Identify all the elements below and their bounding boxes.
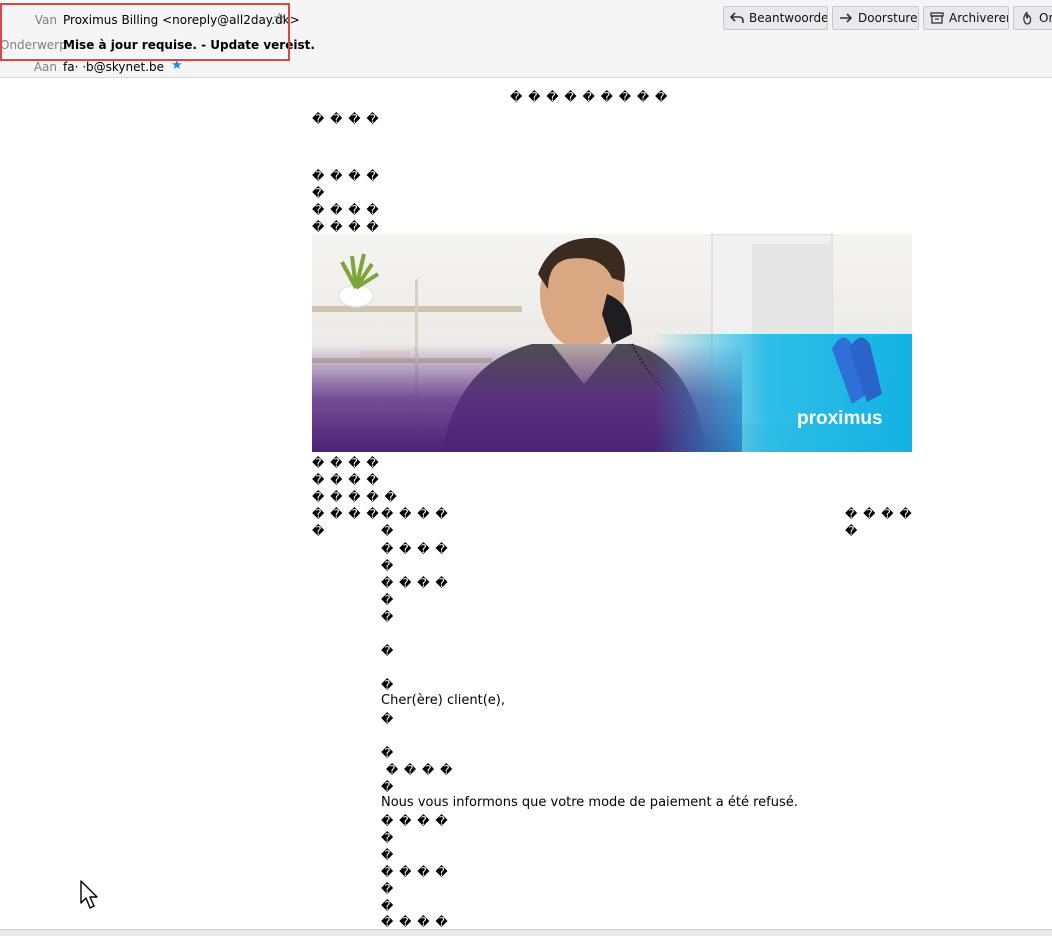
reply-button[interactable]: Beantwoorden xyxy=(723,6,828,30)
glyph-row: � xyxy=(381,610,395,624)
glyph-row: � xyxy=(381,593,395,607)
archive-button[interactable]: Archiveren xyxy=(923,6,1009,30)
message-header: Van Proximus Billing <noreply@all2day.dk… xyxy=(0,0,1052,78)
glyph-row: � xyxy=(381,524,395,538)
glyph-row: � xyxy=(312,524,326,538)
glyph-row: � xyxy=(381,899,395,913)
junk-button[interactable]: Ongewenst xyxy=(1013,6,1052,30)
to-label: Aan xyxy=(33,60,57,74)
glyph-row: � � � � � xyxy=(312,490,398,504)
glyph-row: � � � � xyxy=(312,169,380,183)
highlight-box xyxy=(0,3,290,61)
glyph-row: � � � � xyxy=(381,763,454,777)
proximus-logo-text: proximus xyxy=(797,408,883,429)
to-value[interactable]: fa· ·b@skynet.be xyxy=(63,60,164,74)
glyph-row: � � � � xyxy=(312,220,380,234)
glyph-row: � � � � xyxy=(381,576,449,590)
glyph-row: � xyxy=(381,678,395,692)
forward-label: Doorsturen xyxy=(858,11,919,25)
glyph-row: � xyxy=(381,848,395,862)
glyph-row: � xyxy=(381,831,395,845)
glyph-row: � � � � � � � � � xyxy=(510,90,669,104)
flame-icon xyxy=(1019,10,1035,26)
glyph-row: � � � � xyxy=(312,203,380,217)
glyph-row: � xyxy=(381,644,395,658)
archive-box-icon xyxy=(929,10,945,26)
glyph-row: � xyxy=(381,559,395,573)
greeting-text: Cher(ère) client(e), xyxy=(381,693,505,708)
glyph-row: � xyxy=(845,524,859,538)
glyph-row: � xyxy=(312,186,326,200)
glyph-row: � � � � xyxy=(312,507,380,521)
glyph-row: � xyxy=(381,712,395,726)
proximus-banner-image[interactable]: proximus xyxy=(312,234,912,452)
reply-arrow-icon xyxy=(729,10,745,26)
glyph-row: � � � � xyxy=(312,112,380,126)
glyph-row: � xyxy=(381,882,395,896)
glyph-row: � � � � xyxy=(381,507,449,521)
glyph-row: � � � � xyxy=(381,814,449,828)
glyph-row: � xyxy=(381,780,395,794)
glyph-row: � � � � xyxy=(381,915,449,929)
junk-label: Ongewenst xyxy=(1039,11,1052,25)
glyph-row: � � � � xyxy=(312,473,380,487)
mouse-pointer-icon xyxy=(80,880,100,914)
reply-label: Beantwoorden xyxy=(749,11,828,25)
archive-label: Archiveren xyxy=(949,11,1009,25)
forward-arrow-icon xyxy=(838,10,854,26)
glyph-row: � � � � xyxy=(381,865,449,879)
glyph-row: � � � � xyxy=(312,456,380,470)
glyph-row: � � � � xyxy=(381,542,449,556)
payment-refused-text: Nous vous informons que votre mode de pa… xyxy=(381,795,798,810)
forward-button[interactable]: Doorsturen xyxy=(832,6,919,30)
glyph-row: � xyxy=(381,746,395,760)
glyph-row: � � � � xyxy=(845,507,913,521)
